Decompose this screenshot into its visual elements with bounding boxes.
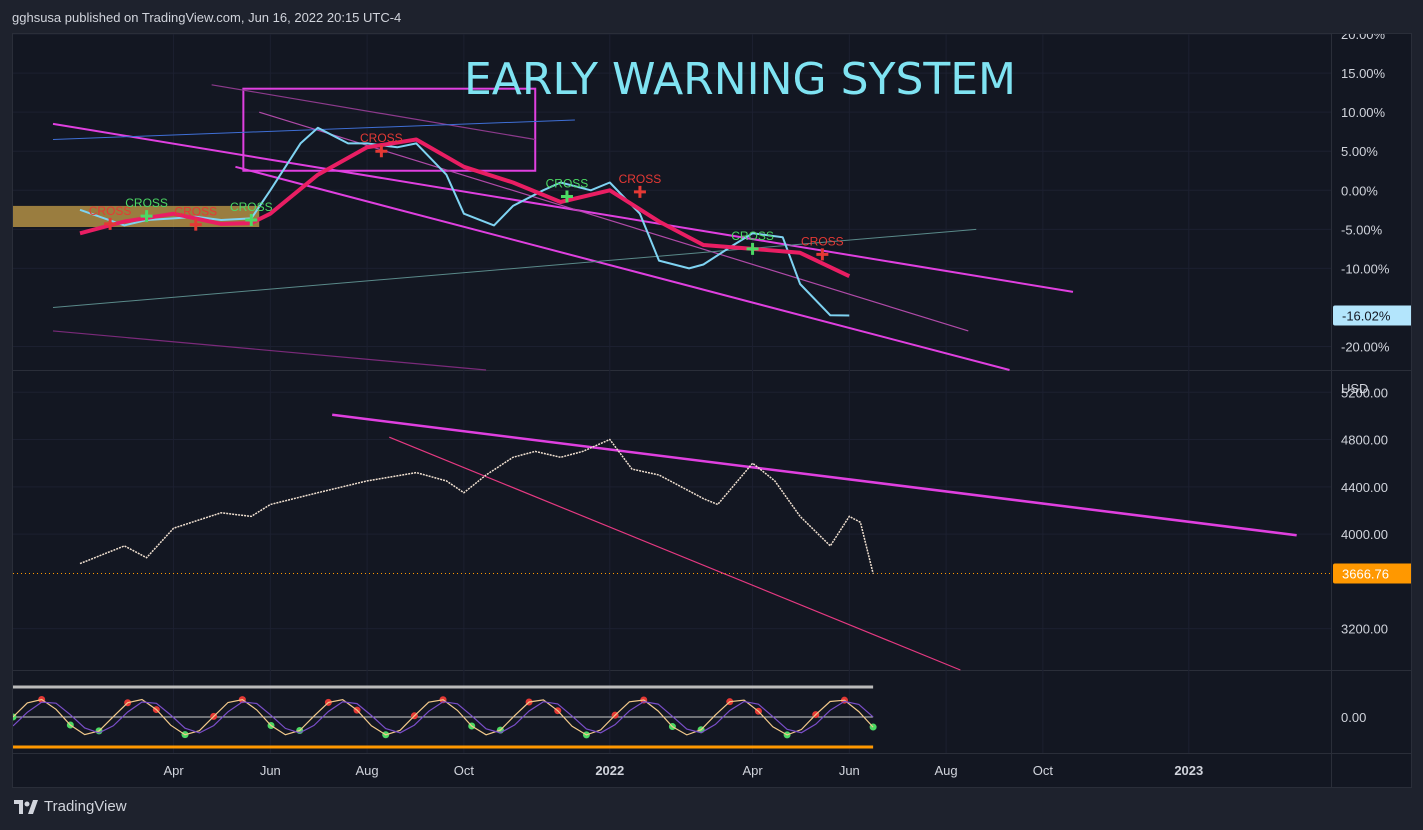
cross-label: CROSS — [125, 196, 168, 210]
time-axis-label: Oct — [454, 763, 475, 778]
y-axis-tick-label: 5.00% — [1341, 144, 1378, 159]
published-info: gghsusa published on TradingView.com, Ju… — [12, 10, 402, 25]
cross-label: CROSS — [731, 229, 774, 243]
time-axis-label: Apr — [742, 763, 763, 778]
time-axis-label: Aug — [356, 763, 379, 778]
last-price-label: 3666.76 — [1342, 566, 1389, 581]
y-axis-tick-label: 20.00% — [1341, 34, 1386, 42]
chart-title: EARLY WARNING SYSTEM — [464, 54, 1016, 105]
y-axis-tick-label: 4000.00 — [1341, 527, 1388, 542]
cross-label: CROSS — [174, 205, 217, 219]
time-axis-label: Oct — [1033, 763, 1054, 778]
pane-background — [13, 371, 1331, 670]
y-axis-tick-label: 10.00% — [1341, 105, 1386, 120]
y-axis-tick-label: 5200.00 — [1341, 385, 1388, 400]
y-axis-tick-label: -20.00% — [1341, 340, 1390, 355]
y-axis-tick-label: -10.00% — [1341, 261, 1390, 276]
time-axis-label: Aug — [935, 763, 958, 778]
cross-label: CROSS — [230, 200, 273, 214]
time-axis-label: Jun — [260, 763, 281, 778]
y-axis-tick-label: 0.00% — [1341, 183, 1378, 198]
y-axis-tick-label: 3200.00 — [1341, 622, 1388, 637]
cross-label: CROSS — [546, 177, 589, 191]
time-axis-label: 2023 — [1174, 763, 1203, 778]
footer-brand-label: TradingView — [44, 798, 127, 815]
cross-label: CROSS — [619, 172, 662, 186]
y-axis-tick-label: 15.00% — [1341, 66, 1386, 81]
time-axis-label: Apr — [163, 763, 184, 778]
chart-canvas[interactable]: CROSS CROSS CROSS CROSS CROSS CROSS CROSS CROSS… — [13, 34, 1411, 787]
cross-label: CROSS — [360, 131, 403, 145]
tradingview-logo-icon — [14, 799, 38, 814]
y-axis-tick-label: -5.00% — [1341, 222, 1383, 237]
y-axis-tick-label: 0.00 — [1341, 710, 1366, 725]
pane-background — [13, 671, 1331, 753]
time-axis-label: 2022 — [595, 763, 624, 778]
chart-frame[interactable]: CROSS CROSS CROSS CROSS CROSS CROSS CROSS CROSS… — [12, 33, 1412, 788]
cross-label: CROSS — [801, 234, 844, 248]
tradingview-branding[interactable]: TradingView — [14, 798, 127, 815]
y-axis-tick-label: 4800.00 — [1341, 433, 1388, 448]
y-axis-tick-label: 4400.00 — [1341, 480, 1388, 495]
last-value-label: -16.02% — [1342, 308, 1391, 323]
time-axis-label: Jun — [839, 763, 860, 778]
